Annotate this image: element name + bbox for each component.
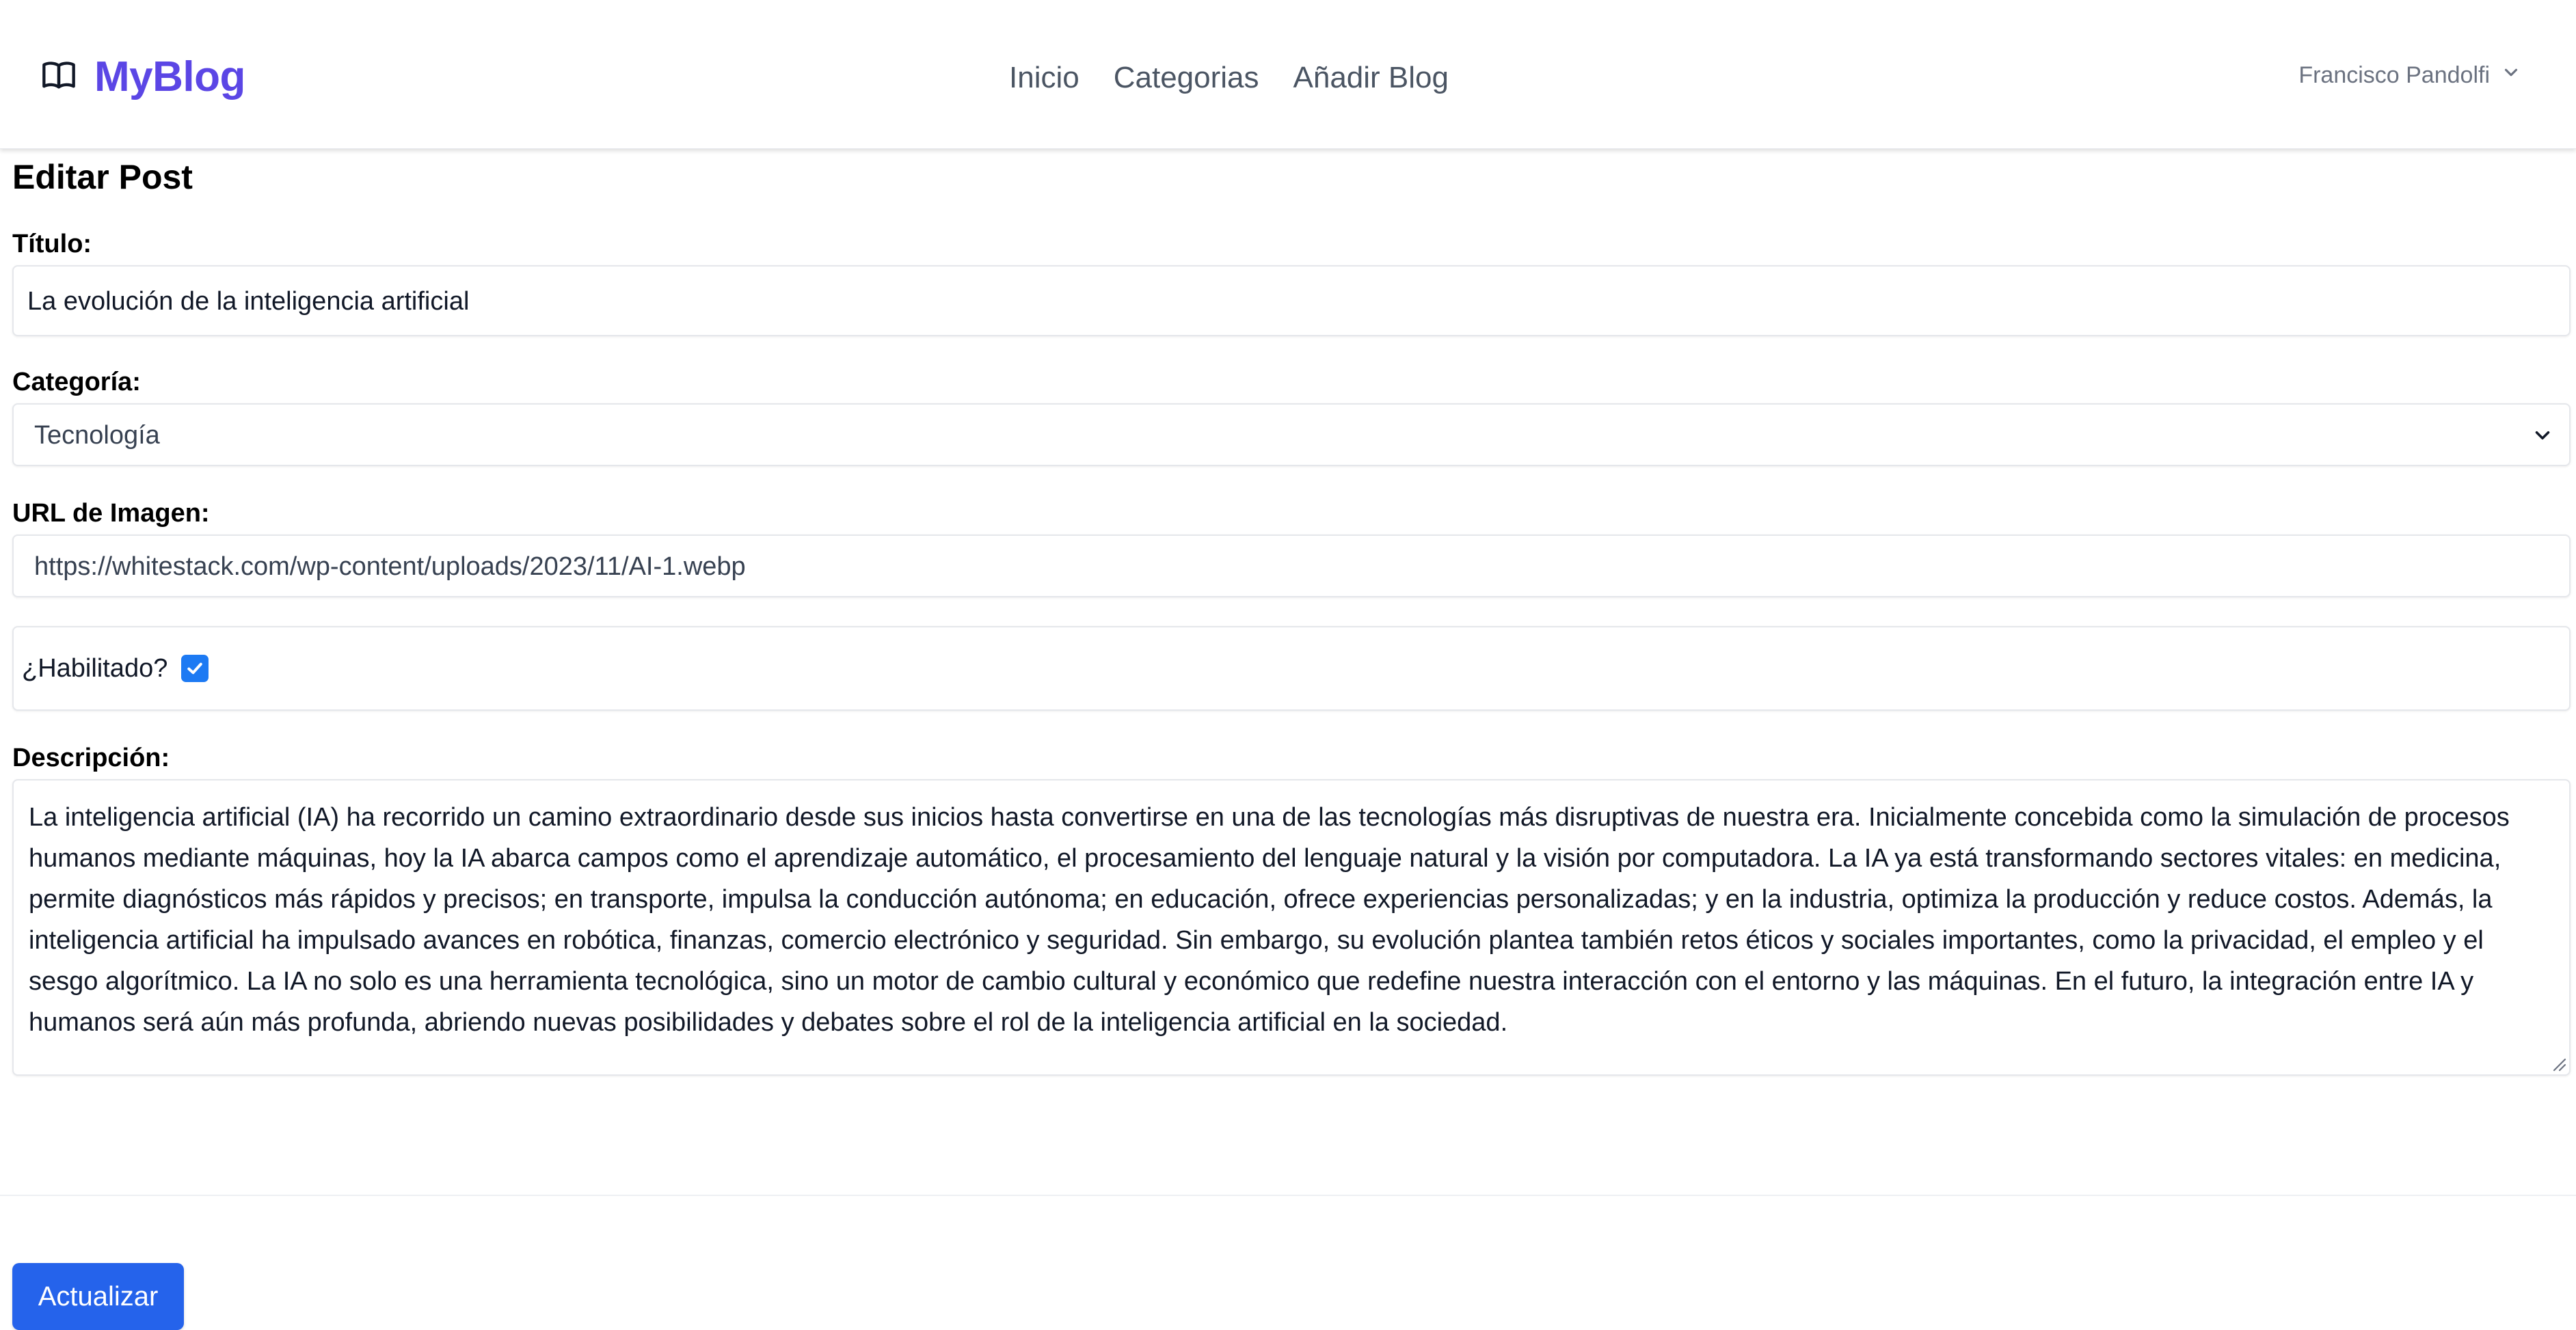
brand-logo[interactable]: MyBlog — [41, 48, 245, 105]
user-menu-dropdown[interactable]: Francisco Pandolfi — [2298, 55, 2521, 96]
category-select-value: Tecnología — [34, 421, 160, 450]
main-nav: Inicio Categorias Añadir Blog — [1009, 56, 1449, 100]
title-label: Título: — [12, 230, 92, 258]
page-title: Editar Post — [12, 158, 193, 196]
image-url-label: URL de Imagen: — [12, 499, 210, 528]
title-input[interactable]: La evolución de la inteligencia artifici… — [12, 265, 2571, 336]
resize-handle-icon[interactable] — [2549, 1054, 2566, 1072]
nav-link-categorias[interactable]: Categorias — [1114, 61, 1259, 95]
enabled-row: ¿Habilitado? — [12, 626, 2571, 711]
enabled-checkbox[interactable] — [181, 655, 209, 682]
image-url-input-value: https://whitestack.com/wp-content/upload… — [34, 552, 746, 581]
book-open-icon — [41, 57, 77, 96]
nav-link-inicio[interactable]: Inicio — [1009, 61, 1079, 95]
description-textarea-value: La inteligencia artificial (IA) ha recor… — [29, 803, 2510, 1037]
image-url-input[interactable]: https://whitestack.com/wp-content/upload… — [12, 534, 2571, 597]
user-name: Francisco Pandolfi — [2298, 62, 2490, 88]
category-label: Categoría: — [12, 368, 141, 396]
check-icon — [187, 662, 203, 675]
enabled-label: ¿Habilitado? — [22, 653, 168, 683]
chevron-down-icon — [2490, 62, 2521, 89]
page-bottom-divider — [0, 1195, 2576, 1196]
top-navbar: MyBlog Inicio Categorias Añadir Blog Fra… — [0, 0, 2576, 149]
nav-link-add-blog[interactable]: Añadir Blog — [1293, 61, 1449, 95]
description-textarea[interactable]: La inteligencia artificial (IA) ha recor… — [12, 779, 2571, 1076]
update-button[interactable]: Actualizar — [12, 1263, 184, 1330]
chevron-down-icon — [2531, 424, 2554, 447]
description-label: Descripción: — [12, 744, 170, 772]
category-select[interactable]: Tecnología — [12, 403, 2571, 466]
title-input-value: La evolución de la inteligencia artifici… — [27, 287, 470, 316]
brand-name: MyBlog — [94, 53, 245, 100]
